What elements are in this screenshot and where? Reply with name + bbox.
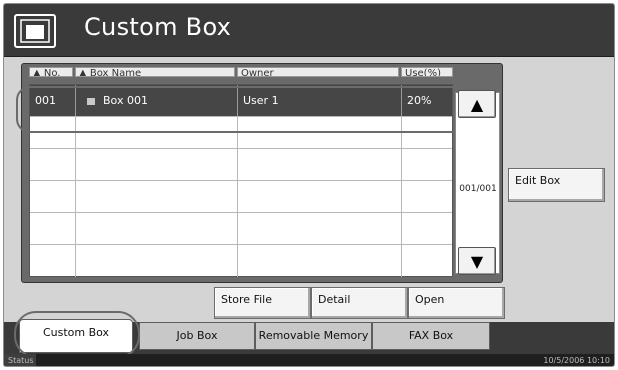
column-header-no[interactable]: ▲ No.: [29, 67, 73, 77]
detail-button[interactable]: Detail: [311, 287, 408, 319]
column-header-owner[interactable]: Owner: [237, 67, 399, 77]
cell-owner: [238, 117, 402, 148]
scroll-down-button[interactable]: ▼: [458, 247, 496, 275]
column-header-label: Owner: [241, 68, 274, 77]
edit-box-button[interactable]: Edit Box: [508, 168, 605, 202]
column-header-label: No.: [43, 68, 61, 77]
date-time: 10/5/2006 10:10: [543, 356, 610, 365]
cell-box-name: Box 001: [76, 85, 238, 116]
scroll-up-button[interactable]: ▲: [458, 90, 496, 118]
cell-no: 001: [30, 85, 76, 116]
status-button[interactable]: Status: [4, 354, 36, 366]
table-row[interactable]: [30, 117, 452, 149]
tab-fax-box[interactable]: FAX Box: [372, 322, 490, 350]
tab-job-box[interactable]: Job Box: [139, 322, 255, 350]
cell-box-name: [76, 245, 238, 277]
cell-no: [30, 117, 76, 148]
triangle-up-icon: ▲: [470, 94, 484, 114]
cell-owner: [238, 181, 402, 212]
column-header-use[interactable]: Use(%): [401, 67, 453, 77]
cell-no: [30, 181, 76, 212]
cell-owner: [238, 149, 402, 180]
cell-use: [402, 213, 452, 244]
column-header-box-name[interactable]: ▲ Box Name: [75, 67, 235, 77]
cell-no: [30, 213, 76, 244]
cell-owner: [238, 213, 402, 244]
tab-removable-memory[interactable]: Removable Memory: [255, 322, 372, 350]
cell-use: [402, 117, 452, 148]
table-row[interactable]: [30, 213, 452, 245]
cell-use: [402, 181, 452, 212]
page-title: Custom Box: [84, 13, 232, 41]
cell-box-name: [76, 213, 238, 244]
table-row[interactable]: 001 Box 001 User 1 20%: [30, 85, 452, 117]
tab-custom-box[interactable]: Custom Box: [19, 319, 133, 353]
table-row[interactable]: [30, 245, 452, 277]
status-bar: Status 10/5/2006 10:10: [4, 354, 614, 366]
cell-no: [30, 245, 76, 277]
screen-frame: Custom Box ▲ No. ▲ Box Name Owner Use(%)…: [3, 3, 615, 367]
cell-owner: User 1: [238, 85, 402, 116]
tab-bar: Custom Box Job Box Removable Memory FAX …: [4, 319, 614, 354]
column-header-label: Use(%): [405, 68, 441, 77]
header-bar: Custom Box: [4, 4, 614, 57]
cell-box-name: [76, 117, 238, 148]
triangle-down-icon: ▼: [470, 251, 484, 271]
cell-owner: [238, 245, 402, 277]
cell-box-name: [76, 149, 238, 180]
table-row[interactable]: [30, 181, 452, 213]
cell-no: [30, 149, 76, 180]
cell-use: [402, 245, 452, 277]
box-name: Box 001: [103, 94, 148, 107]
box-table: 001 Box 001 User 1 20%: [29, 84, 453, 277]
column-header-label: Box Name: [89, 68, 142, 77]
box-stack-icon: [14, 14, 56, 48]
store-file-button[interactable]: Store File: [214, 287, 311, 319]
cell-use: 20%: [407, 94, 432, 107]
table-row[interactable]: [30, 149, 452, 181]
cell-box-name: [76, 181, 238, 212]
cell-use: [402, 149, 452, 180]
open-button[interactable]: Open: [408, 287, 505, 319]
page-counter: 001/001: [459, 184, 497, 194]
box-icon: [87, 97, 95, 105]
